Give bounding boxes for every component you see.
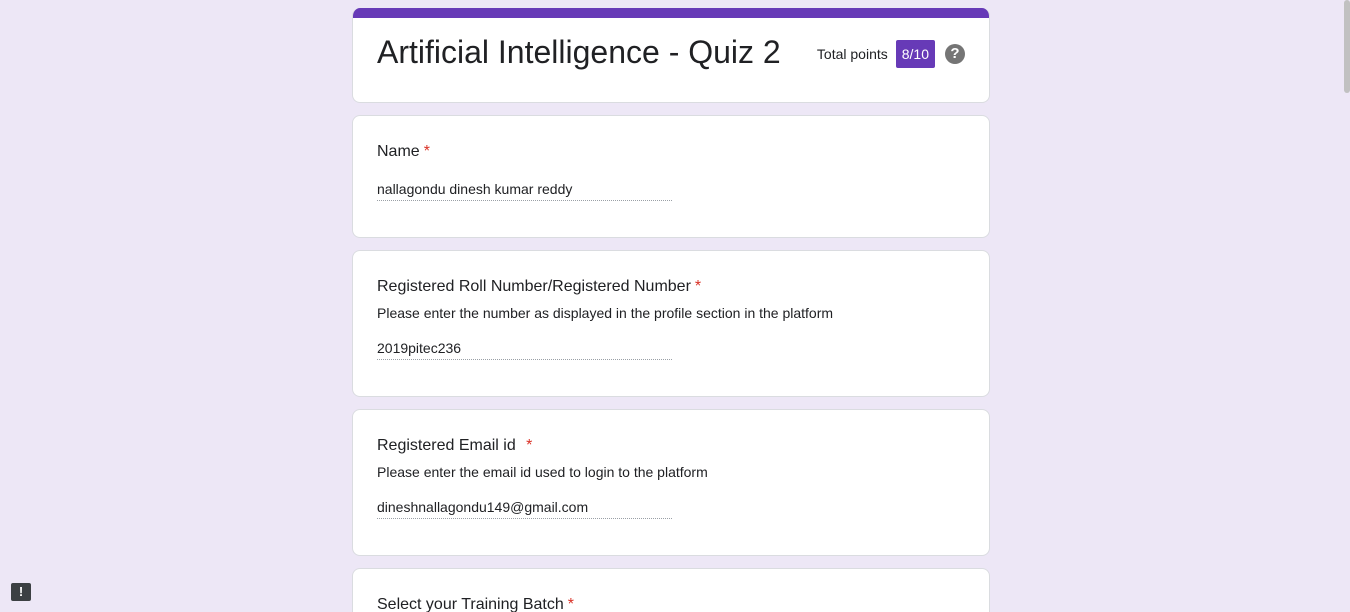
- score-badge: 8/10: [895, 40, 935, 68]
- answer-text: dineshnallagondu149@gmail.com: [377, 499, 672, 519]
- question-title-text: Registered Roll Number/Registered Number: [377, 278, 691, 295]
- form-page: Artificial Intelligence - Quiz 2 Total p…: [0, 0, 1350, 612]
- question-description: Please enter the email id used to login …: [377, 464, 708, 480]
- question-title: Registered Email id *: [377, 437, 532, 455]
- question-title-text: Select your Training Batch: [377, 596, 564, 612]
- answer-text: nallagondu dinesh kumar reddy: [377, 181, 672, 201]
- question-title: Name *: [377, 143, 430, 161]
- required-asterisk: *: [423, 143, 430, 160]
- form-title: Artificial Intelligence - Quiz 2: [377, 34, 781, 70]
- header-accent-bar: [353, 8, 989, 18]
- question-title: Select your Training Batch *: [377, 596, 574, 612]
- scrollbar-thumb[interactable]: [1344, 0, 1350, 93]
- question-card-training-batch: Select your Training Batch *: [352, 568, 990, 612]
- question-card-email: Registered Email id * Please enter the e…: [352, 409, 990, 556]
- question-title: Registered Roll Number/Registered Number…: [377, 278, 701, 296]
- question-card-name: Name * nallagondu dinesh kumar reddy: [352, 115, 990, 238]
- total-points-label: Total points: [816, 46, 888, 62]
- report-feedback-icon[interactable]: !: [11, 583, 31, 601]
- question-description: Please enter the number as displayed in …: [377, 305, 834, 321]
- form-header-card: Artificial Intelligence - Quiz 2 Total p…: [352, 8, 990, 103]
- required-asterisk: *: [567, 596, 574, 612]
- required-asterisk: *: [694, 278, 702, 295]
- total-points: Total points 8/10 ?: [817, 40, 965, 68]
- question-title-text: Name: [377, 143, 420, 160]
- question-title-text: Registered Email id: [377, 437, 521, 454]
- answer-text: 2019pitec236: [377, 340, 672, 360]
- required-asterisk: *: [526, 437, 533, 454]
- help-icon[interactable]: ?: [945, 44, 965, 64]
- question-card-roll-number: Registered Roll Number/Registered Number…: [352, 250, 990, 397]
